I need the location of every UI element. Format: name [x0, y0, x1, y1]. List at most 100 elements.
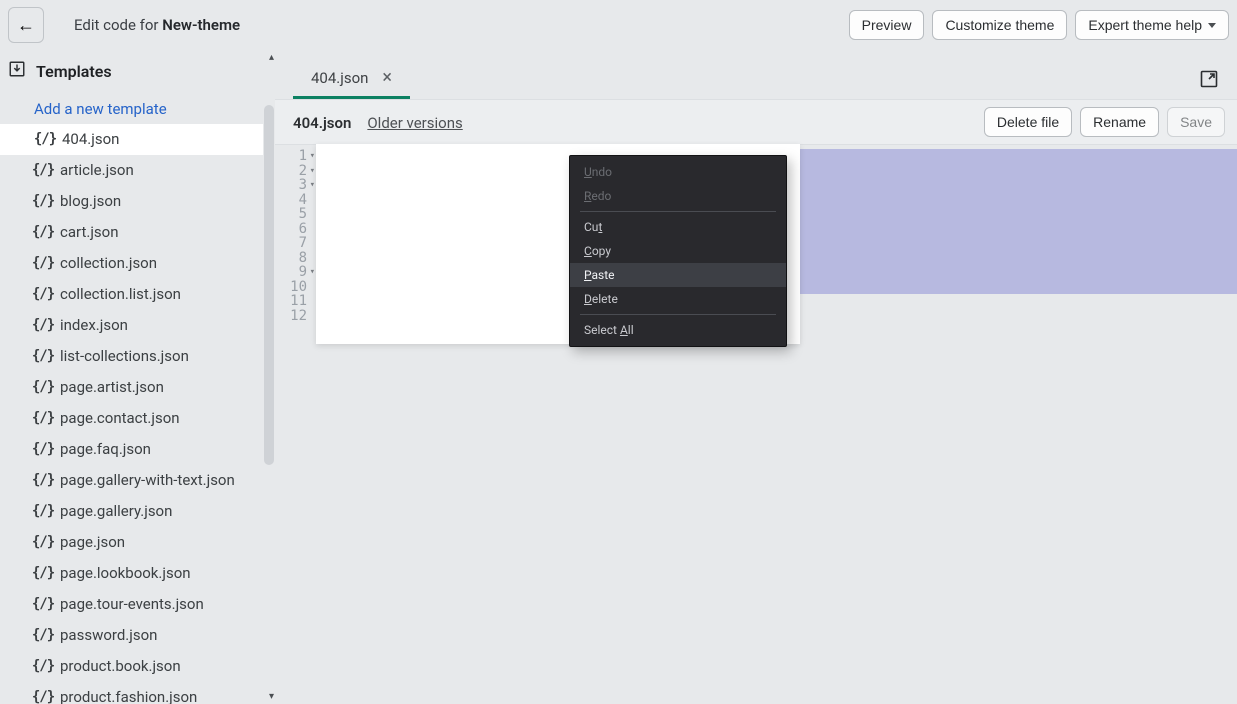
expand-icon — [1199, 74, 1219, 93]
sidebar-file-item[interactable]: {/} product.fashion.json — [0, 682, 275, 704]
json-file-icon: {/} — [34, 223, 52, 243]
topbar-left: ← Edit code for New-theme — [8, 7, 240, 43]
sidebar-file-item[interactable]: {/}page.faq.json — [0, 434, 275, 465]
context-menu-paste[interactable]: Paste — [570, 263, 786, 287]
preview-button[interactable]: Preview — [849, 10, 925, 40]
customize-theme-button[interactable]: Customize theme — [932, 10, 1067, 40]
delete-file-button[interactable]: Delete file — [984, 107, 1072, 137]
context-redo-rest: edo — [591, 189, 611, 203]
context-menu-select-all[interactable]: Select All — [570, 318, 786, 342]
sidebar-file-item[interactable]: {/} page.contact.json — [0, 403, 275, 434]
fold-marker-icon[interactable]: ▾ — [310, 265, 315, 280]
sidebar-file-item[interactable]: {/} cart.json — [0, 217, 275, 248]
context-menu-redo: Redo — [570, 184, 786, 208]
sidebar-file-item[interactable]: {/}page.tour-events.json — [0, 589, 275, 620]
sidebar-file-item[interactable]: {/} list-collections.json — [0, 341, 275, 372]
chevron-down-icon — [1208, 23, 1216, 28]
sidebar-file-label: page.tour-events.json — [60, 594, 204, 615]
arrow-left-icon: ← — [17, 15, 35, 36]
context-undo-rest: ndo — [592, 165, 612, 179]
json-file-icon: {/} — [34, 688, 52, 704]
rename-button[interactable]: Rename — [1080, 107, 1159, 137]
sidebar-file-item[interactable]: {/}product.book.json — [0, 651, 275, 682]
sidebar-file-label: index.json — [60, 315, 128, 336]
fold-marker-icon[interactable]: ▾ — [310, 149, 315, 164]
json-file-icon: {/} — [34, 378, 52, 398]
sidebar-file-label: page.artist.json — [60, 377, 164, 398]
sidebar-file-label: list-collections.json — [60, 346, 189, 367]
sidebar-file-label: page.json — [60, 532, 125, 553]
sidebar-scrollbar-track[interactable]: ▴ ▾ — [263, 50, 275, 704]
sidebar-file-item[interactable]: {/} collection.json — [0, 248, 275, 279]
sidebar-file-item[interactable]: {/} page.lookbook.json — [0, 558, 275, 589]
context-menu-undo: Undo — [570, 160, 786, 184]
sidebar-file-label: page.lookbook.json — [60, 563, 191, 584]
sidebar-file-item[interactable]: {/} index.json — [0, 310, 275, 341]
header-title-pre: Edit code for — [74, 16, 162, 34]
sidebar-file-item[interactable]: {/} page.json — [0, 527, 275, 558]
sidebar-scroll[interactable]: Templates Add a new template {/}404.json… — [0, 50, 275, 704]
json-file-icon: {/} — [34, 502, 52, 522]
fold-marker-icon[interactable]: ▾ — [310, 178, 315, 193]
sidebar-file-label: collection.list.json — [60, 284, 181, 305]
sidebar-file-item[interactable]: {/} password.json — [0, 620, 275, 651]
close-icon[interactable]: × — [382, 69, 392, 87]
download-icon — [8, 60, 26, 82]
sidebar: Templates Add a new template {/}404.json… — [0, 50, 275, 704]
sidebar-file-label: blog.json — [60, 191, 121, 212]
expand-editor-button[interactable] — [1193, 63, 1225, 99]
file-toolbar-actions: Delete file Rename Save — [984, 107, 1225, 137]
line-gutter: 1▾2▾3▾456789▾101112 — [275, 149, 317, 323]
json-file-icon: {/} — [34, 254, 52, 274]
topbar: ← Edit code for New-theme Preview Custom… — [0, 0, 1237, 50]
fold-marker-icon[interactable]: ▾ — [310, 164, 315, 179]
context-menu: Undo Redo Cut Copy Paste Delete Select A… — [569, 155, 787, 347]
file-toolbar: 404.json Older versions Delete file Rena… — [275, 99, 1237, 145]
json-file-icon: {/} — [34, 161, 52, 181]
sidebar-file-label: product.fashion.json — [60, 687, 197, 704]
sidebar-file-item[interactable]: {/} page.artist.json — [0, 372, 275, 403]
sidebar-file-label: collection.json — [60, 253, 157, 274]
json-file-icon: {/} — [34, 471, 52, 491]
older-versions-link[interactable]: Older versions — [367, 114, 462, 132]
json-file-icon: {/} — [34, 626, 52, 646]
sidebar-file-label: article.json — [60, 160, 134, 181]
add-template-link[interactable]: Add a new template — [0, 94, 275, 124]
scroll-up-arrow-icon[interactable]: ▴ — [269, 52, 274, 63]
sidebar-section-header[interactable]: Templates — [0, 50, 275, 94]
context-menu-cut[interactable]: Cut — [570, 215, 786, 239]
tab-label: 404.json — [311, 69, 368, 87]
sidebar-file-item[interactable]: {/}collection.list.json — [0, 279, 275, 310]
json-file-icon: {/} — [34, 533, 52, 553]
sidebar-file-item[interactable]: {/}blog.json — [0, 186, 275, 217]
json-file-icon: {/} — [34, 316, 52, 336]
sidebar-file-label: page.gallery.json — [60, 501, 172, 522]
sidebar-scrollbar-thumb[interactable] — [264, 105, 274, 465]
json-file-icon: {/} — [34, 347, 52, 367]
sidebar-file-label: password.json — [60, 625, 157, 646]
sidebar-file-item[interactable]: {/}page.gallery-with-text.json — [0, 465, 275, 496]
json-file-icon: {/} — [34, 409, 52, 429]
sidebar-section-label: Templates — [36, 62, 112, 81]
sidebar-file-label: 404.json — [62, 129, 119, 150]
sidebar-file-item[interactable]: {/} page.gallery.json — [0, 496, 275, 527]
tabs-row: 404.json × — [275, 50, 1237, 99]
save-button[interactable]: Save — [1167, 107, 1225, 137]
scroll-down-arrow-icon[interactable]: ▾ — [269, 691, 274, 702]
file-list: {/}404.json{/}article.json{/}blog.json{/… — [0, 124, 275, 704]
header-title-bold: New-theme — [162, 16, 240, 34]
json-file-icon: {/} — [34, 564, 52, 584]
sidebar-file-item[interactable]: {/} article.json — [0, 155, 275, 186]
sidebar-file-item[interactable]: {/}404.json — [0, 124, 275, 155]
tab-404-json[interactable]: 404.json × — [293, 57, 410, 99]
file-toolbar-left: 404.json Older versions — [293, 113, 463, 132]
expert-help-label: Expert theme help — [1088, 17, 1202, 33]
context-menu-delete[interactable]: Delete — [570, 287, 786, 311]
header-title: Edit code for New-theme — [74, 16, 240, 34]
context-menu-copy[interactable]: Copy — [570, 239, 786, 263]
sidebar-file-label: cart.json — [60, 222, 119, 243]
back-button[interactable]: ← — [8, 7, 44, 43]
expert-help-button[interactable]: Expert theme help — [1075, 10, 1229, 40]
json-file-icon: {/} — [34, 657, 52, 677]
sidebar-file-label: page.contact.json — [60, 408, 180, 429]
